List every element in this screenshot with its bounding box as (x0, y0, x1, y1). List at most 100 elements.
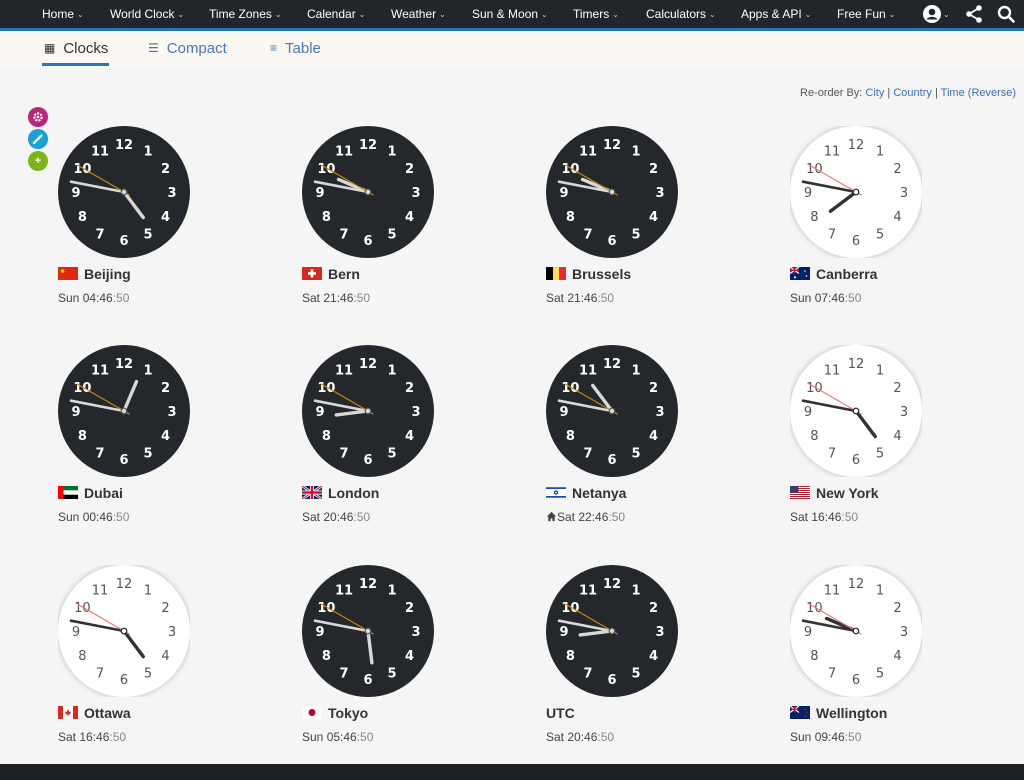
clock-numeral: 1 (631, 583, 640, 598)
clock-numeral: 6 (363, 453, 372, 468)
clock-numeral: 10 (561, 601, 579, 616)
clock-numeral: 6 (852, 453, 860, 468)
clock-numeral: 4 (405, 649, 414, 664)
flag-cn-icon (58, 267, 78, 280)
share-icon[interactable] (964, 4, 984, 24)
grid-icon: ▦ (44, 41, 56, 55)
clock-time-row: Sun 00:46:50 (58, 510, 129, 524)
reorder-country-link[interactable]: Country (893, 87, 932, 99)
nav-world-clock[interactable]: World Clock ⌄ (110, 0, 184, 28)
clock-numeral: 12 (848, 577, 865, 592)
nav-free-fun[interactable]: Free Fun ⌄ (837, 0, 895, 28)
city-name[interactable]: Dubai (84, 485, 123, 501)
nav-time-zones[interactable]: Time Zones ⌄ (209, 0, 282, 28)
nav-weather[interactable]: Weather ⌄ (391, 0, 446, 28)
nav-timers[interactable]: Timers ⌄ (573, 0, 619, 28)
clock-numeral: 6 (607, 673, 616, 688)
clock-numeral: 1 (631, 144, 640, 159)
tab-compact[interactable]: ☰ Compact (148, 34, 227, 66)
city-name[interactable]: New York (816, 485, 879, 501)
city-name[interactable]: Beijing (84, 266, 131, 282)
clock-numeral: 10 (317, 162, 335, 177)
clock-numeral: 9 (559, 186, 568, 201)
clock-numeral: 4 (405, 210, 414, 225)
seconds: :50 (353, 510, 371, 524)
flag-be-icon (546, 267, 566, 280)
chevron-down-icon: ⌄ (804, 10, 812, 19)
nav-sun-moon[interactable]: Sun & Moon ⌄ (472, 0, 548, 28)
seconds: :50 (109, 730, 127, 744)
clock-numeral: 12 (848, 357, 865, 372)
analog-clock: 1234567891011 12 (546, 345, 678, 477)
clock-numeral: 3 (900, 405, 908, 420)
clock-numeral: 9 (804, 405, 812, 420)
clock-numeral: 6 (119, 234, 128, 249)
flag-il-icon (546, 486, 566, 499)
city-name[interactable]: Netanya (572, 485, 626, 501)
settings-button[interactable] (28, 107, 48, 127)
clock-numeral: 1 (631, 363, 640, 378)
day-label: Sat (790, 510, 812, 524)
reorder-city-link[interactable]: City (865, 87, 884, 99)
clock-time-row: Sun 05:46:50 (302, 730, 373, 744)
search-icon[interactable] (996, 4, 1016, 24)
account-icon[interactable] (922, 4, 942, 24)
clock-numeral: 2 (405, 601, 414, 616)
nav-label: Time Zones (209, 7, 272, 21)
nav-apps-api[interactable]: Apps & API ⌄ (741, 0, 811, 28)
clock-numeral: 12 (359, 577, 377, 592)
hours-minutes: 21:46 (567, 291, 598, 305)
seconds: :50 (353, 291, 371, 305)
nav-label: Apps & API (741, 7, 802, 21)
reorder-time-link[interactable]: Time (941, 87, 965, 99)
clock-numeral: 6 (607, 234, 616, 249)
edit-button[interactable] (28, 129, 48, 149)
clock-city-row: Ottawa (58, 705, 131, 721)
clock-numeral: 8 (322, 429, 331, 444)
clock-numeral: 4 (405, 429, 414, 444)
clock-time-row: Sat 21:46:50 (302, 291, 370, 305)
analog-clock: 1234567891011 12 (546, 126, 678, 258)
clock-numeral: 3 (411, 405, 420, 420)
nav-calculators[interactable]: Calculators ⌄ (646, 0, 716, 28)
city-name[interactable]: Canberra (816, 266, 877, 282)
clock-numeral: 3 (411, 186, 420, 201)
day-label: Sun (790, 291, 815, 305)
clock-numeral: 7 (339, 228, 348, 243)
nav-calendar[interactable]: Calendar ⌄ (307, 0, 365, 28)
tab-table[interactable]: ≡ Table (270, 34, 321, 66)
tab-clocks[interactable]: ▦ Clocks (42, 34, 109, 66)
city-name[interactable]: UTC (546, 705, 575, 721)
clock-city-row: Wellington (790, 705, 887, 721)
clock-numeral: 7 (583, 228, 592, 243)
city-name[interactable]: Brussels (572, 266, 631, 282)
city-name[interactable]: Bern (328, 266, 360, 282)
add-clock-button[interactable]: + (28, 151, 48, 171)
clock-numeral: 5 (631, 667, 640, 682)
city-name[interactable]: Tokyo (328, 705, 368, 721)
city-name[interactable]: London (328, 485, 379, 501)
clock-numeral: 2 (649, 381, 658, 396)
city-name[interactable]: Wellington (816, 705, 887, 721)
clock-numeral: 12 (359, 357, 377, 372)
nav-home[interactable]: Home ⌄ (42, 0, 84, 28)
clock-numeral: 11 (579, 144, 597, 159)
city-name[interactable]: Ottawa (84, 705, 131, 721)
reorder-label: Re-order By: (800, 87, 863, 99)
clock-numeral: 2 (161, 601, 169, 616)
hours-minutes: 00:46 (82, 510, 113, 524)
clock-numeral: 4 (893, 429, 901, 444)
reorder-reverse-link[interactable]: (Reverse) (968, 87, 1016, 99)
top-navigation: Home ⌄ World Clock ⌄ Time Zones ⌄ Calendar ⌄… (0, 0, 1024, 31)
analog-clock: 1234567891011 12 (302, 126, 434, 258)
hours-minutes: 04:46 (82, 291, 113, 305)
clock-numeral: 4 (649, 429, 658, 444)
clock-numeral: 8 (566, 210, 575, 225)
clock-numeral: 9 (559, 405, 568, 420)
clock-numeral: 8 (810, 210, 818, 225)
analog-clock: 1234567891011 12 (58, 126, 190, 258)
clock-center-pin (364, 627, 372, 635)
clock-numeral: 12 (603, 138, 621, 153)
clock-numeral: 11 (824, 144, 841, 159)
clock-center-pin (120, 188, 128, 196)
